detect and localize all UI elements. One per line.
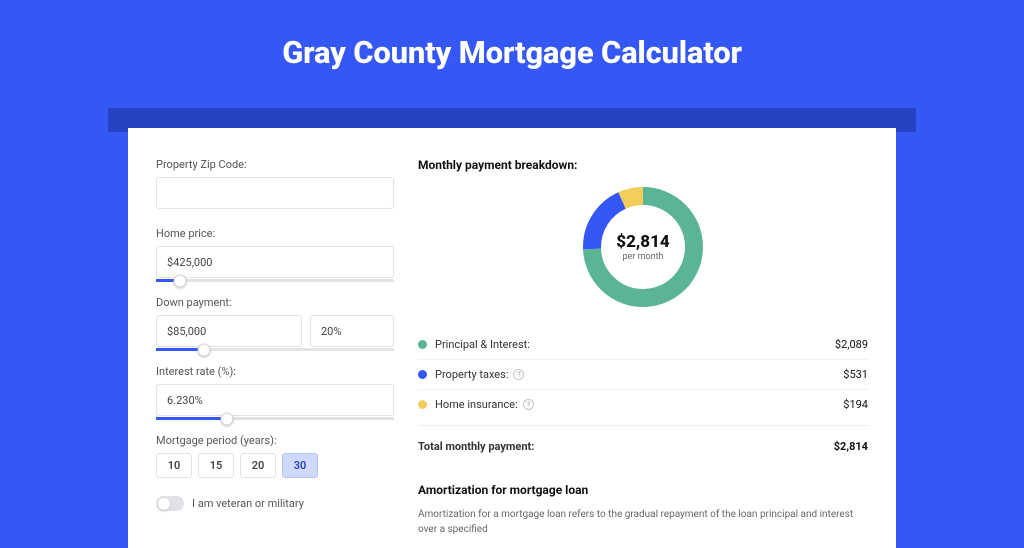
period-button-15[interactable]: 15 xyxy=(198,453,234,478)
down-payment-input[interactable] xyxy=(156,315,302,347)
legend-dot xyxy=(418,400,427,409)
period-button-20[interactable]: 20 xyxy=(240,453,276,478)
info-icon[interactable]: ? xyxy=(513,369,524,380)
legend-row: Home insurance:?$194 xyxy=(418,389,868,419)
down-payment-block: Down payment: xyxy=(156,296,394,347)
donut-chart: $2,814 per month xyxy=(418,186,868,308)
period-block: Mortgage period (years): 10152030 xyxy=(156,434,394,478)
veteran-toggle[interactable] xyxy=(156,496,184,511)
calculator-panel: Property Zip Code: Home price: Down paym… xyxy=(128,128,896,548)
donut-sub: per month xyxy=(622,252,663,262)
period-options: 10152030 xyxy=(156,453,394,478)
home-price-input[interactable] xyxy=(156,246,394,278)
veteran-label: I am veteran or military xyxy=(192,497,304,510)
total-value: $2,814 xyxy=(834,440,868,453)
amortization-title: Amortization for mortgage loan xyxy=(418,483,868,497)
legend-value: $194 xyxy=(843,398,868,411)
rate-label: Interest rate (%): xyxy=(156,365,394,378)
divider xyxy=(418,425,868,426)
legend-value: $531 xyxy=(843,368,868,381)
breakdown-title: Monthly payment breakdown: xyxy=(418,158,868,172)
legend-row: Principal & Interest:$2,089 xyxy=(418,330,868,359)
rate-block: Interest rate (%): xyxy=(156,365,394,416)
legend-value: $2,089 xyxy=(835,338,868,351)
legend-dot xyxy=(418,340,427,349)
period-button-30[interactable]: 30 xyxy=(282,453,318,478)
legend-label: Home insurance:? xyxy=(435,398,843,411)
zip-input[interactable] xyxy=(156,177,394,209)
down-payment-slider[interactable] xyxy=(156,348,394,351)
down-payment-label: Down payment: xyxy=(156,296,394,309)
period-button-10[interactable]: 10 xyxy=(156,453,192,478)
rate-slider[interactable] xyxy=(156,417,394,420)
home-price-slider[interactable] xyxy=(156,279,394,282)
rate-input[interactable] xyxy=(156,384,394,416)
legend-dot xyxy=(418,370,427,379)
zip-label: Property Zip Code: xyxy=(156,158,394,171)
donut-amount: $2,814 xyxy=(616,232,669,252)
inputs-column: Property Zip Code: Home price: Down paym… xyxy=(156,158,394,518)
legend-label: Principal & Interest: xyxy=(435,338,835,351)
home-price-label: Home price: xyxy=(156,227,394,240)
veteran-row: I am veteran or military xyxy=(156,496,394,511)
home-price-block: Home price: xyxy=(156,227,394,278)
period-label: Mortgage period (years): xyxy=(156,434,394,447)
legend-label: Property taxes:? xyxy=(435,368,843,381)
total-label: Total monthly payment: xyxy=(418,440,834,453)
info-icon[interactable]: ? xyxy=(523,399,534,410)
zip-block: Property Zip Code: xyxy=(156,158,394,209)
page-title: Gray County Mortgage Calculator xyxy=(0,0,1024,93)
legend: Principal & Interest:$2,089Property taxe… xyxy=(418,330,868,419)
down-payment-pct-input[interactable] xyxy=(310,315,394,347)
breakdown-column: Monthly payment breakdown: $2,814 per mo… xyxy=(418,158,868,518)
legend-row: Property taxes:?$531 xyxy=(418,359,868,389)
